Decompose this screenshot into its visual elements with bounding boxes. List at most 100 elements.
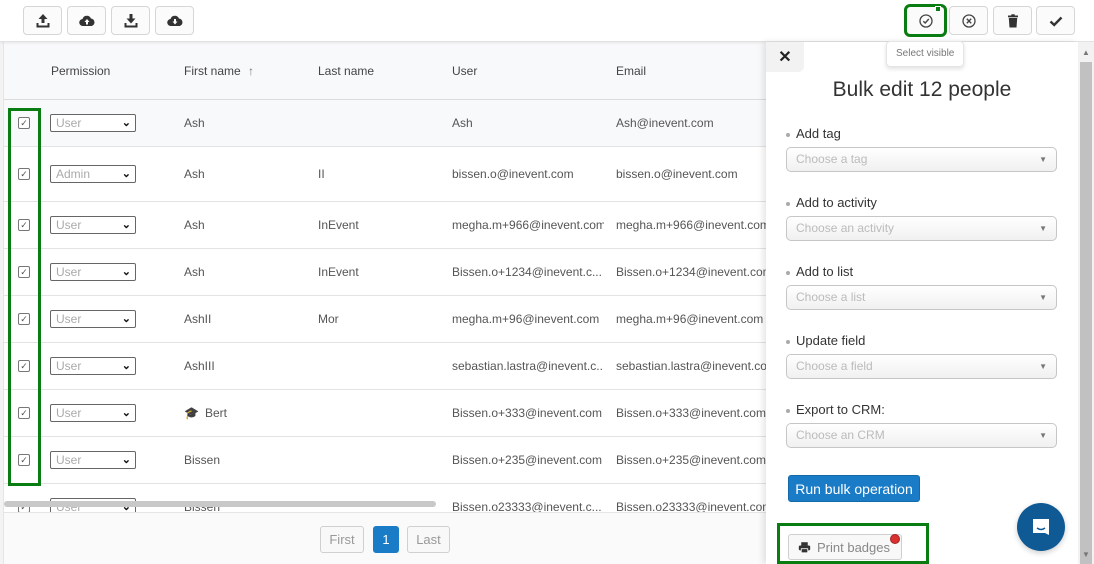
- first-name-cell: Bissen: [184, 437, 220, 483]
- user-cell: Bissen.o23333@inevent.c...: [452, 500, 602, 512]
- scroll-up-icon[interactable]: ▲: [1078, 46, 1094, 60]
- permission-select[interactable]: User ⌄: [50, 114, 136, 132]
- email-cell: Ash@inevent.com: [616, 116, 714, 130]
- first-name-cell: 🎓 Bert: [184, 390, 227, 436]
- table-row[interactable]: ✓ Admin ⌄ Ash II bissen.o@inevent.com bissen.o…: [4, 147, 766, 202]
- user-cell: Bissen.o+235@inevent.com: [452, 453, 602, 467]
- user-cell: bissen.o@inevent.com: [452, 167, 574, 181]
- horizontal-scrollbar[interactable]: [4, 501, 436, 507]
- row-checkbox[interactable]: ✓: [18, 454, 30, 466]
- permission-select[interactable]: User ⌄: [50, 451, 136, 469]
- email-cell: megha.m+96@inevent.com: [616, 312, 764, 326]
- sort-asc-icon: ↑: [248, 64, 255, 78]
- scroll-down-icon[interactable]: ▼: [1078, 548, 1094, 562]
- delete-button[interactable]: [993, 6, 1032, 35]
- row-checkbox[interactable]: ✓: [18, 360, 30, 372]
- permission-select[interactable]: User ⌄: [50, 404, 136, 422]
- table-row[interactable]: ✓User⌄BissenBissen.o23333@inevent.c...Bi…: [4, 484, 766, 512]
- first-name: Ash: [184, 265, 205, 279]
- table-row[interactable]: ✓ User ⌄ Ash Ash Ash@inevent.com: [4, 100, 766, 147]
- permission-select[interactable]: Admin ⌄: [50, 165, 136, 183]
- row-checkbox[interactable]: ✓: [18, 168, 30, 180]
- column-first-name-label: First name: [184, 64, 241, 78]
- first-name: Ash: [184, 218, 205, 232]
- add-activity-select[interactable]: Choose an activity ▼: [786, 216, 1057, 241]
- email-cell: Bissen.o23333@inevent.com: [616, 500, 766, 512]
- scrollbar-thumb[interactable]: [1080, 62, 1092, 564]
- column-permission[interactable]: Permission: [51, 64, 110, 78]
- first-name-cell: Bissen: [184, 484, 220, 512]
- first-name-cell: Ash: [184, 249, 205, 295]
- user-cell: megha.m+966@inevent.com: [452, 218, 604, 232]
- chevron-down-icon: ⌄: [121, 454, 131, 466]
- update-field-select[interactable]: Choose a field ▼: [786, 354, 1057, 379]
- permission-value: User: [56, 359, 82, 373]
- row-checkbox[interactable]: ✓: [18, 266, 30, 278]
- cloud-download-button[interactable]: [155, 6, 194, 35]
- confirm-button[interactable]: [1036, 6, 1075, 35]
- row-checkbox[interactable]: ✓: [18, 219, 30, 231]
- bulk-edit-screen: Select visible Permission First name ↑ L…: [0, 0, 1094, 564]
- row-checkbox[interactable]: ✓: [18, 313, 30, 325]
- last-name-cell: Mor: [318, 312, 339, 326]
- update-field-label: Update field: [786, 333, 865, 348]
- permission-select[interactable]: User ⌄: [50, 216, 136, 234]
- chat-launcher-button[interactable]: [1017, 503, 1065, 551]
- user-cell: Ash: [452, 116, 473, 130]
- user-cell: Bissen.o+1234@inevent.c...: [452, 265, 602, 279]
- export-crm-select[interactable]: Choose an CRM ▼: [786, 423, 1057, 448]
- permission-select[interactable]: User ⌄: [50, 357, 136, 375]
- run-bulk-operation-button[interactable]: Run bulk operation: [788, 475, 920, 502]
- last-name-cell: II: [318, 167, 325, 181]
- print-badges-button[interactable]: Print badges: [788, 534, 902, 560]
- chevron-down-icon: ⌄: [121, 313, 131, 325]
- email-cell: bissen.o@inevent.com: [616, 167, 738, 181]
- vertical-scrollbar[interactable]: ▲ ▼: [1078, 42, 1094, 564]
- table-row[interactable]: ✓ User ⌄ AshIII sebastian.lastra@inevent.c..…: [4, 343, 766, 390]
- add-list-select[interactable]: Choose a list ▼: [786, 285, 1057, 310]
- chevron-down-icon: ⌄: [121, 168, 131, 180]
- permission-value: User: [56, 453, 82, 467]
- first-name: Bert: [204, 406, 227, 420]
- table-row[interactable]: ✓ User ⌄ AshII Mor megha.m+96@inevent.com megh…: [4, 296, 766, 343]
- table-row[interactable]: ✓ User ⌄ Ash InEvent megha.m+966@inevent.com m…: [4, 202, 766, 249]
- printer-icon: [798, 541, 811, 553]
- column-first-name[interactable]: First name ↑: [184, 64, 254, 78]
- chevron-down-icon: ⌄: [121, 407, 131, 419]
- first-name-cell: Ash: [184, 202, 205, 248]
- column-user[interactable]: User: [452, 64, 477, 78]
- table-row[interactable]: ✓ User ⌄ 🎓 Bert Bissen.o+333@inevent.com Bisse…: [4, 390, 766, 437]
- chevron-down-icon: ⌄: [121, 266, 131, 278]
- check-icon: [1049, 16, 1062, 27]
- add-tag-label: Add tag: [786, 126, 841, 141]
- last-name-cell: InEvent: [318, 265, 359, 279]
- print-badges-label: Print badges: [817, 539, 890, 555]
- permission-select[interactable]: User ⌄: [50, 310, 136, 328]
- close-panel-button[interactable]: ✕: [766, 42, 804, 72]
- column-last-name[interactable]: Last name: [318, 64, 374, 78]
- row-checkbox[interactable]: ✓: [18, 407, 30, 419]
- add-tag-select[interactable]: Choose a tag ▼: [786, 147, 1057, 172]
- row-checkbox[interactable]: ✓: [18, 117, 30, 129]
- toolbar: [0, 0, 1094, 42]
- chevron-down-icon: ⌄: [121, 219, 131, 231]
- panel-title: Bulk edit 12 people: [832, 78, 1012, 101]
- permission-select[interactable]: User ⌄: [50, 263, 136, 281]
- email-cell: Bissen.o+235@inevent.com: [616, 453, 766, 467]
- export-button[interactable]: [111, 6, 150, 35]
- table-row[interactable]: ✓ User ⌄ Bissen Bissen.o+235@inevent.com Biss…: [4, 437, 766, 484]
- permission-value: User: [56, 406, 82, 420]
- select-visible-button[interactable]: [904, 4, 947, 37]
- pagination-first[interactable]: First: [320, 526, 364, 553]
- table-header: Permission First name ↑ Last name User E…: [4, 42, 766, 100]
- pagination-last[interactable]: Last: [407, 526, 450, 553]
- table-row[interactable]: ✓ User ⌄ Ash InEvent Bissen.o+1234@inevent.c.…: [4, 249, 766, 296]
- add-list-placeholder: Choose a list: [796, 290, 866, 304]
- update-field-label-text: Update field: [796, 333, 866, 348]
- column-email[interactable]: Email: [616, 64, 646, 78]
- cloud-upload-button[interactable]: [67, 6, 106, 35]
- add-tag-placeholder: Choose a tag: [796, 152, 868, 166]
- import-button[interactable]: [23, 6, 62, 35]
- pagination-page-1[interactable]: 1: [373, 526, 399, 553]
- deselect-button[interactable]: [949, 6, 988, 35]
